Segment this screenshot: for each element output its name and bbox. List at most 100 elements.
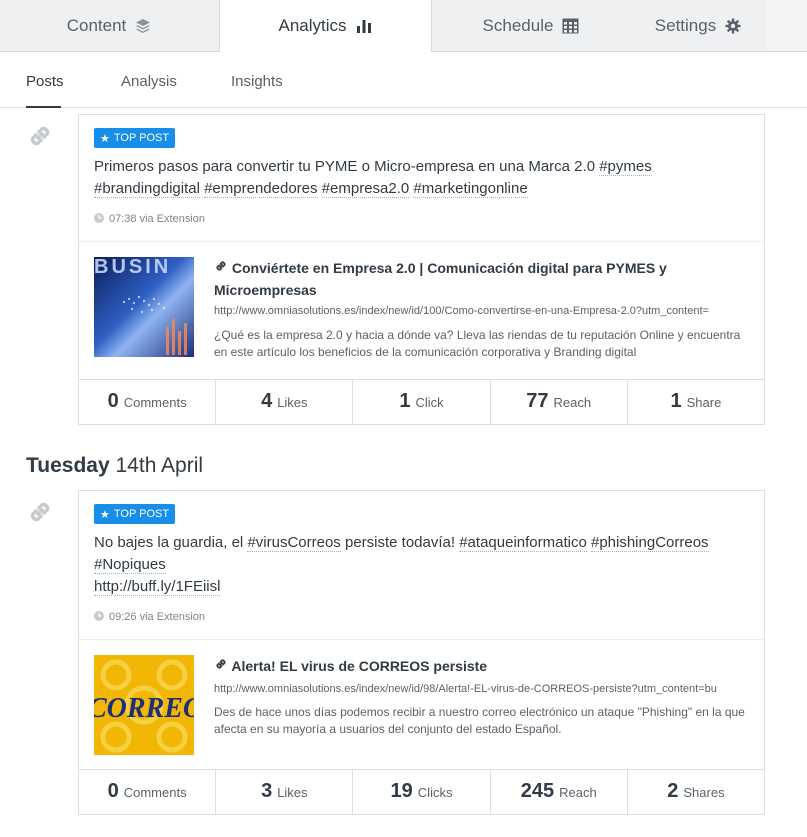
calendar-icon xyxy=(561,17,579,35)
stat-label: Clicks xyxy=(417,785,453,800)
hashtag[interactable]: #brandingdigital xyxy=(94,180,200,198)
link-preview[interactable]: BUSIN Conviértete en Empresa 2.0 | Comun… xyxy=(79,241,764,380)
post-text-part: Primeros pasos para convertir tu PYME o … xyxy=(94,158,600,175)
hashtag[interactable]: #emprendedores xyxy=(204,180,318,198)
post-text-part: No bajes la guardia, el xyxy=(94,534,248,551)
tab-content-label: Content xyxy=(66,15,127,35)
hashtag[interactable]: #phishingCorreos xyxy=(590,534,709,552)
preview-title-text: Conviértete en Empresa 2.0 | Comunicació… xyxy=(214,260,667,298)
stat-label: Shares xyxy=(683,785,725,800)
tab-content[interactable]: Content xyxy=(0,0,220,52)
gear-icon xyxy=(724,17,742,35)
stat-clicks: 1 Click xyxy=(353,380,491,424)
link-icon xyxy=(26,122,54,150)
top-tabs: Content Analytics Schedule Settings xyxy=(0,0,807,52)
top-post-badge: ★ TOP POST xyxy=(94,128,176,148)
subtab-insights[interactable]: Insights xyxy=(231,52,283,108)
hashtag[interactable]: #marketingonline xyxy=(413,180,528,198)
stat-label: Share xyxy=(686,395,722,410)
preview-description: Des de hace unos días podemos recibir a … xyxy=(214,705,745,736)
post-link[interactable]: http://buff.ly/1FEiisl xyxy=(94,578,221,596)
post-text-part: persiste todavía! xyxy=(340,534,460,551)
stat-label: Reach xyxy=(553,395,592,410)
stat-value: 1 xyxy=(399,390,411,412)
post-text: Primeros pasos para convertir tu PYME o … xyxy=(94,156,749,200)
tab-analytics-label: Analytics xyxy=(278,16,347,35)
hashtag[interactable]: #empresa2.0 xyxy=(321,180,410,198)
stat-label: Likes xyxy=(277,785,308,800)
stat-label: Click xyxy=(415,395,444,410)
stat-reach: 77 Reach xyxy=(491,380,628,424)
stat-likes: 4 Likes xyxy=(216,380,354,424)
link-preview[interactable]: CORREOS Alerta! EL virus de CORREOS pers… xyxy=(79,639,764,770)
tab-settings-label: Settings xyxy=(654,15,717,35)
stat-label: Likes xyxy=(277,395,308,410)
star-icon: ★ xyxy=(100,132,110,145)
date-date: 14th April xyxy=(115,454,204,477)
hashtag[interactable]: #virusCorreos xyxy=(247,534,341,552)
stat-value: 1 xyxy=(670,390,682,412)
date-day: Tuesday xyxy=(26,454,110,477)
date-header: Tuesday 14th April xyxy=(26,454,203,478)
tab-schedule-label: Schedule xyxy=(482,15,554,35)
stat-value: 245 xyxy=(520,780,555,802)
stat-label: Comments xyxy=(123,785,187,800)
stat-likes: 3 Likes xyxy=(216,770,354,814)
preview-url[interactable]: http://www.omniasolutions.es/index/new/i… xyxy=(214,683,765,695)
stat-value: 0 xyxy=(107,780,119,802)
sub-tabs: Posts Analysis Insights xyxy=(0,52,807,108)
post-meta: 07:38 via Extension xyxy=(94,209,749,229)
preview-thumbnail: CORREOS xyxy=(94,655,194,755)
post-time: 07:38 via Extension xyxy=(109,213,206,225)
layers-icon xyxy=(134,17,152,35)
badge-label: TOP POST xyxy=(113,508,170,520)
preview-title[interactable]: Alerta! EL virus de CORREOS persiste xyxy=(214,655,759,677)
bar-chart-icon xyxy=(355,17,373,35)
preview-title-text: Alerta! EL virus de CORREOS persiste xyxy=(231,658,488,674)
preview-thumbnail: BUSIN xyxy=(94,257,194,357)
link-icon xyxy=(214,260,228,276)
stat-label: Comments xyxy=(123,395,187,410)
star-icon: ★ xyxy=(100,508,110,521)
stat-value: 2 xyxy=(667,780,679,802)
clock-icon xyxy=(94,610,104,624)
tab-overflow xyxy=(767,0,807,52)
badge-label: TOP POST xyxy=(113,132,170,144)
post-card: ★ TOP POST Primeros pasos para convertir… xyxy=(78,114,765,425)
post-meta: 09:26 via Extension xyxy=(94,607,749,627)
post-text: No bajes la guardia, el #virusCorreos pe… xyxy=(94,532,749,598)
stat-value: 4 xyxy=(261,390,273,412)
clock-icon xyxy=(94,212,104,226)
tab-schedule[interactable]: Schedule xyxy=(432,0,630,52)
stat-clicks: 19 Clicks xyxy=(353,770,491,814)
stat-reach: 245 Reach xyxy=(491,770,628,814)
tab-analytics[interactable]: Analytics xyxy=(220,0,432,52)
stat-shares: 1 Share xyxy=(628,380,764,424)
post-time: 09:26 via Extension xyxy=(109,611,206,623)
stat-value: 0 xyxy=(107,390,119,412)
svg-text:BUSIN: BUSIN xyxy=(94,257,171,278)
stat-label: Reach xyxy=(559,785,597,800)
link-icon xyxy=(214,658,228,674)
hashtag[interactable]: #ataqueinformatico xyxy=(459,534,587,552)
top-post-badge: ★ TOP POST xyxy=(94,504,176,524)
subtab-posts[interactable]: Posts xyxy=(26,52,64,108)
preview-url[interactable]: http://www.omniasolutions.es/index/new/i… xyxy=(214,305,765,317)
hashtag[interactable]: #pymes xyxy=(599,158,652,176)
subtab-analysis[interactable]: Analysis xyxy=(121,52,177,108)
tab-settings[interactable]: Settings xyxy=(630,0,767,52)
link-icon xyxy=(26,498,54,526)
preview-title[interactable]: Conviértete en Empresa 2.0 | Comunicació… xyxy=(214,257,759,301)
stat-value: 77 xyxy=(526,390,549,412)
correos-logo-text: CORREOS xyxy=(94,693,194,724)
post-stats: 0 Comments 3 Likes 19 Clicks 245 Reach 2 Shar… xyxy=(79,769,764,814)
stat-value: 3 xyxy=(261,780,273,802)
stat-value: 19 xyxy=(390,780,413,802)
stat-shares: 2 Shares xyxy=(628,770,764,814)
post-card: ★ TOP POST No bajes la guardia, el #viru… xyxy=(78,490,765,815)
hashtag[interactable]: #Nopiques xyxy=(94,556,166,574)
stat-comments: 0 Comments xyxy=(79,770,217,814)
stat-comments: 0 Comments xyxy=(79,380,217,424)
preview-description: ¿Qué es la empresa 2.0 y hacia a dónde v… xyxy=(214,328,741,359)
post-stats: 0 Comments 4 Likes 1 Click 77 Reach 1 Share xyxy=(79,379,764,424)
